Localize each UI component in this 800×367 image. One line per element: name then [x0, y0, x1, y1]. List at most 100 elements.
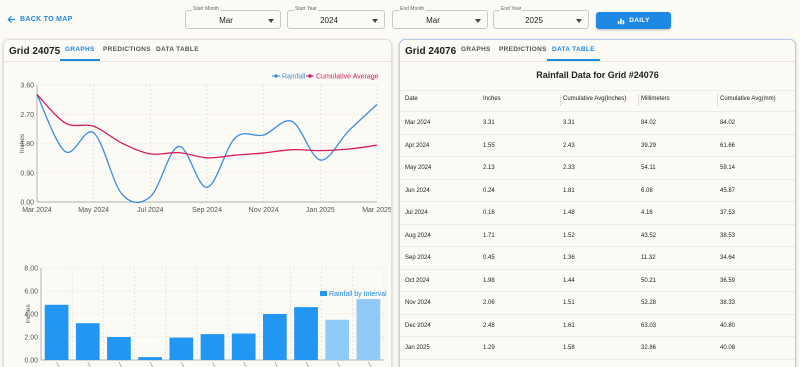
table-row-divider	[400, 156, 795, 157]
table-cell: 36.59	[720, 277, 736, 284]
grid-panel-left: Grid 24075 GRAPHS PREDICTIONS DATA TABLE…	[3, 39, 392, 367]
column-separator	[560, 94, 561, 106]
arrow-left-icon	[7, 15, 16, 24]
y-axis-label: Inches	[19, 133, 26, 153]
table-cell: May 2024	[405, 165, 432, 171]
table-cell: 1.52	[563, 232, 575, 239]
column-header[interactable]: Cumulative Avg(Inches)	[563, 96, 626, 102]
x-tick-mark	[243, 361, 247, 367]
end-year-select[interactable]: End Year 2025	[493, 6, 589, 29]
chevron-down-icon	[576, 19, 582, 23]
table-row-divider	[400, 133, 795, 135]
tab-predictions[interactable]: PREDICTIONS	[103, 46, 151, 53]
bar	[138, 357, 162, 360]
end-year-value: 2025	[525, 16, 543, 25]
y-tick-label: 0.00	[24, 358, 38, 365]
table-row-divider	[400, 336, 795, 337]
x-tick-mark	[212, 361, 216, 367]
table-cell: 84.02	[641, 120, 657, 126]
y-tick-label: 6.00	[24, 289, 38, 296]
chart-bars	[44, 299, 381, 360]
column-separator	[638, 94, 639, 106]
table-cell: 63.03	[641, 322, 657, 329]
y-axis-label: Inches	[25, 304, 32, 324]
back-to-map-button[interactable]: BACK TO MAP	[7, 15, 73, 24]
column-header[interactable]: Inches	[483, 96, 501, 102]
bar-chart: 0.002.004.006.008.00Inches Rainfall by I…	[24, 266, 387, 367]
y-tick-label: 2.00	[24, 335, 38, 342]
daily-button[interactable]: DAILY	[596, 12, 671, 29]
table-cell: 43.52	[641, 232, 657, 239]
table-cell: 1.48	[563, 210, 575, 216]
column-header[interactable]: Cumulative Avg(mm)	[720, 96, 776, 102]
table-row-divider	[400, 201, 795, 202]
tab-predictions[interactable]: PREDICTIONS	[499, 46, 547, 53]
legend-marker	[274, 74, 278, 78]
x-tick-label: Mar 2024	[22, 207, 52, 214]
x-tick-label: Mar 2025	[362, 207, 392, 214]
column-header[interactable]: Millimeters	[641, 96, 670, 102]
chevron-down-icon	[268, 19, 274, 23]
table-cell: 1.71	[483, 232, 495, 239]
x-tick-label: May 2024	[78, 207, 109, 214]
x-tick-mark	[149, 361, 153, 367]
chart-legend[interactable]: Rainfall Cumulative Average	[272, 74, 379, 81]
table-cell: 38.53	[720, 232, 736, 239]
end-month-select[interactable]: End Month Mar	[392, 6, 488, 29]
table-row-divider	[400, 178, 795, 180]
start-month-value: Mar	[219, 16, 233, 25]
table-cell: 61.66	[720, 142, 736, 149]
table-cell: 38.33	[720, 300, 736, 306]
table-cell: 1.55	[483, 142, 495, 149]
column-header[interactable]: Date	[405, 96, 418, 102]
x-tick-mark	[274, 361, 278, 367]
back-to-map-label: BACK TO MAP	[20, 16, 73, 23]
table-cell: Jan 2025	[405, 345, 430, 351]
start-month-select[interactable]: Start Month Mar	[185, 6, 281, 29]
table-cell: 40.08	[720, 345, 736, 351]
tab-graphs[interactable]: GRAPHS	[461, 46, 491, 53]
table-cell: 1.44	[563, 277, 575, 284]
tab-graphs[interactable]: GRAPHS	[60, 46, 100, 61]
bar	[356, 299, 381, 360]
legend-label: Rainfall by Interval	[329, 291, 387, 298]
table-cell: 1.29	[483, 345, 495, 351]
bar	[75, 323, 100, 360]
bar	[44, 304, 69, 360]
x-tick-mark	[336, 361, 341, 367]
end-year-label: End Year	[500, 6, 523, 12]
table-title: Rainfall Data for Grid #24076	[536, 70, 659, 80]
table-divider	[400, 90, 795, 91]
table-cell: 3.31	[483, 120, 495, 126]
table-row-divider	[400, 111, 795, 112]
table-row-divider	[400, 268, 795, 270]
table-row-divider	[400, 223, 795, 225]
tab-data-table[interactable]: DATA TABLE	[156, 46, 199, 53]
x-tick-label: Jul 2024	[137, 207, 164, 214]
x-tick-mark	[181, 361, 185, 367]
table-cell: 2.06	[483, 300, 495, 306]
table-cell: Mar 2024	[405, 120, 431, 126]
x-tick-mark	[368, 361, 372, 367]
start-year-value: 2024	[320, 16, 338, 25]
start-month-label: Start Month	[192, 6, 220, 12]
table-cell: 1.36	[563, 255, 575, 261]
table-cell: 0.24	[483, 187, 495, 194]
y-tick-label: 3.60	[20, 83, 34, 90]
bar	[231, 333, 256, 360]
panel-title: Grid 24076	[405, 46, 457, 57]
table-cell: Oct 2024	[405, 277, 430, 284]
bar	[325, 319, 350, 360]
tab-data-table[interactable]: DATA TABLE	[547, 46, 600, 61]
table-cell: 2.43	[563, 142, 575, 149]
table-cell: 1.98	[483, 277, 495, 284]
chevron-down-icon	[372, 19, 378, 23]
chart-legend[interactable]: Rainfall by Interval	[320, 291, 387, 298]
start-year-select[interactable]: Start Year 2024	[287, 6, 385, 29]
table-cell: 39.29	[641, 142, 657, 149]
table-cell: 40.80	[720, 322, 736, 329]
end-month-label: End Month	[399, 6, 426, 12]
chevron-down-icon	[475, 19, 481, 23]
x-tick-label: Nov 2024	[249, 207, 279, 214]
table-cell: 4.16	[641, 210, 653, 216]
